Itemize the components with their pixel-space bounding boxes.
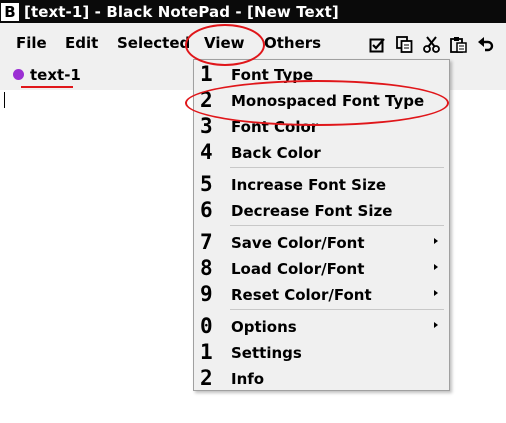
view-dropdown-menu: 1 Font Type 2 Monospaced Font Type 3 Fon…: [193, 59, 450, 391]
cut-icon[interactable]: [422, 35, 440, 53]
menu-item-load-color-font[interactable]: 8 Load Color/Font: [194, 255, 449, 281]
menu-view[interactable]: View: [204, 34, 245, 52]
menu-item-increase-font-size[interactable]: 5 Increase Font Size: [194, 171, 449, 197]
menu-item-settings[interactable]: 1 Settings: [194, 339, 449, 365]
shortcut-key: 7: [200, 230, 213, 254]
submenu-arrow-icon: [434, 238, 438, 244]
menu-bar: File Edit Selected View Others: [0, 23, 506, 64]
shortcut-key: 4: [200, 140, 213, 164]
menu-item-label: Options: [231, 318, 297, 336]
shortcut-key: 8: [200, 256, 213, 280]
menu-item-label: Decrease Font Size: [231, 202, 393, 220]
menu-item-label: Increase Font Size: [231, 176, 387, 194]
paste-icon[interactable]: [449, 35, 467, 53]
menu-item-label: Reset Color/Font: [231, 286, 372, 304]
menu-item-decrease-font-size[interactable]: 6 Decrease Font Size: [194, 197, 449, 223]
menu-separator: [230, 309, 444, 310]
menu-file[interactable]: File: [16, 34, 47, 52]
shortcut-key: 2: [200, 88, 213, 112]
menu-item-font-type[interactable]: 1 Font Type: [194, 61, 449, 87]
menu-selected[interactable]: Selected: [117, 34, 190, 52]
menu-item-reset-color-font[interactable]: 9 Reset Color/Font: [194, 281, 449, 307]
menu-item-info[interactable]: 2 Info: [194, 365, 449, 391]
tab-text-1[interactable]: text-1: [30, 66, 81, 84]
shortcut-key: 5: [200, 172, 213, 196]
title-bar: B [text-1] - Black NotePad - [New Text]: [0, 0, 506, 23]
select-all-icon[interactable]: [368, 35, 386, 53]
app-logo-icon: B: [1, 2, 19, 21]
menu-item-options[interactable]: 0 Options: [194, 313, 449, 339]
menu-item-label: Font Color: [231, 118, 319, 136]
menu-separator: [230, 167, 444, 168]
toolbar: [368, 35, 494, 53]
menu-edit[interactable]: Edit: [65, 34, 98, 52]
text-caret: [4, 92, 5, 108]
submenu-arrow-icon: [434, 290, 438, 296]
menu-item-label: Font Type: [231, 66, 314, 84]
copy-icon[interactable]: [395, 35, 413, 53]
menu-others[interactable]: Others: [264, 34, 321, 52]
menu-item-back-color[interactable]: 4 Back Color: [194, 139, 449, 165]
menu-item-font-color[interactable]: 3 Font Color: [194, 113, 449, 139]
menu-item-label: Load Color/Font: [231, 260, 365, 278]
shortcut-key: 1: [200, 62, 213, 86]
shortcut-key: 1: [200, 340, 213, 364]
menu-item-save-color-font[interactable]: 7 Save Color/Font: [194, 229, 449, 255]
window-title: [text-1] - Black NotePad - [New Text]: [24, 2, 339, 21]
shortcut-key: 0: [200, 314, 213, 338]
submenu-arrow-icon: [434, 322, 438, 328]
tab-status-dot: [13, 69, 24, 80]
menu-item-monospaced-font-type[interactable]: 2 Monospaced Font Type: [194, 87, 449, 113]
undo-icon[interactable]: [476, 35, 494, 53]
menu-separator: [230, 225, 444, 226]
shortcut-key: 3: [200, 114, 213, 138]
menu-item-label: Monospaced Font Type: [231, 92, 425, 110]
menu-item-label: Back Color: [231, 144, 321, 162]
menu-item-label: Save Color/Font: [231, 234, 365, 252]
shortcut-key: 9: [200, 282, 213, 306]
menu-item-label: Info: [231, 370, 265, 388]
submenu-arrow-icon: [434, 264, 438, 270]
tab-label-underline-annotation: [21, 86, 73, 88]
menu-item-label: Settings: [231, 344, 302, 362]
shortcut-key: 2: [200, 366, 213, 390]
shortcut-key: 6: [200, 198, 213, 222]
